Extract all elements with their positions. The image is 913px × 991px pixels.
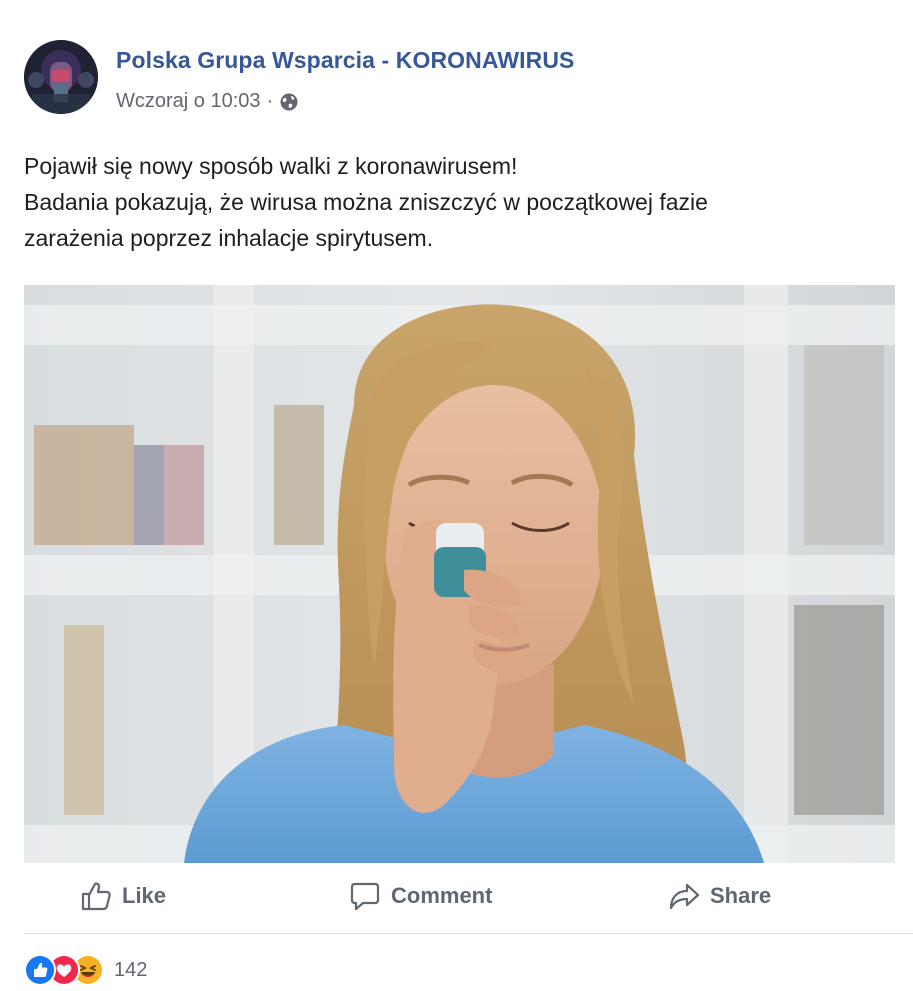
post-text-line: zarażenia poprzez inhalacje spirytusem. — [24, 225, 434, 251]
like-reaction-icon — [24, 954, 56, 986]
post-text-line: Badania pokazują, że wirusa można zniszc… — [24, 189, 708, 215]
post-text-line: Pojawił się nowy sposób walki z koronawi… — [24, 153, 518, 179]
share-arrow-icon — [668, 880, 700, 912]
post-meta: Wczoraj o 10:03 · — [116, 90, 299, 113]
comment-button[interactable]: Comment — [349, 876, 492, 916]
meta-separator: · — [266, 90, 274, 112]
comment-label: Comment — [391, 883, 493, 908]
share-label: Share — [710, 883, 772, 908]
post-actions-bar: Like Comment Share — [0, 868, 913, 924]
thumbs-up-icon — [80, 880, 112, 912]
post-photo[interactable] — [24, 285, 895, 863]
group-avatar[interactable] — [24, 40, 98, 114]
actions-divider — [24, 933, 913, 934]
like-label: Like — [122, 883, 167, 908]
facebook-post: Polska Grupa Wsparcia - KORONAWIRUS Wczo… — [0, 0, 913, 991]
reactions-summary[interactable]: 142 — [24, 954, 147, 986]
post-timestamp[interactable]: Wczoraj o 10:03 — [116, 90, 261, 113]
globe-icon[interactable] — [279, 92, 299, 112]
reaction-count[interactable]: 142 — [114, 959, 147, 982]
post-message: Pojawił się nowy sposób walki z koronawi… — [24, 148, 884, 256]
like-button[interactable]: Like — [80, 876, 166, 916]
group-name-link[interactable]: Polska Grupa Wsparcia - KORONAWIRUS — [116, 47, 574, 74]
share-button[interactable]: Share — [668, 876, 771, 916]
comment-bubble-icon — [349, 880, 381, 912]
